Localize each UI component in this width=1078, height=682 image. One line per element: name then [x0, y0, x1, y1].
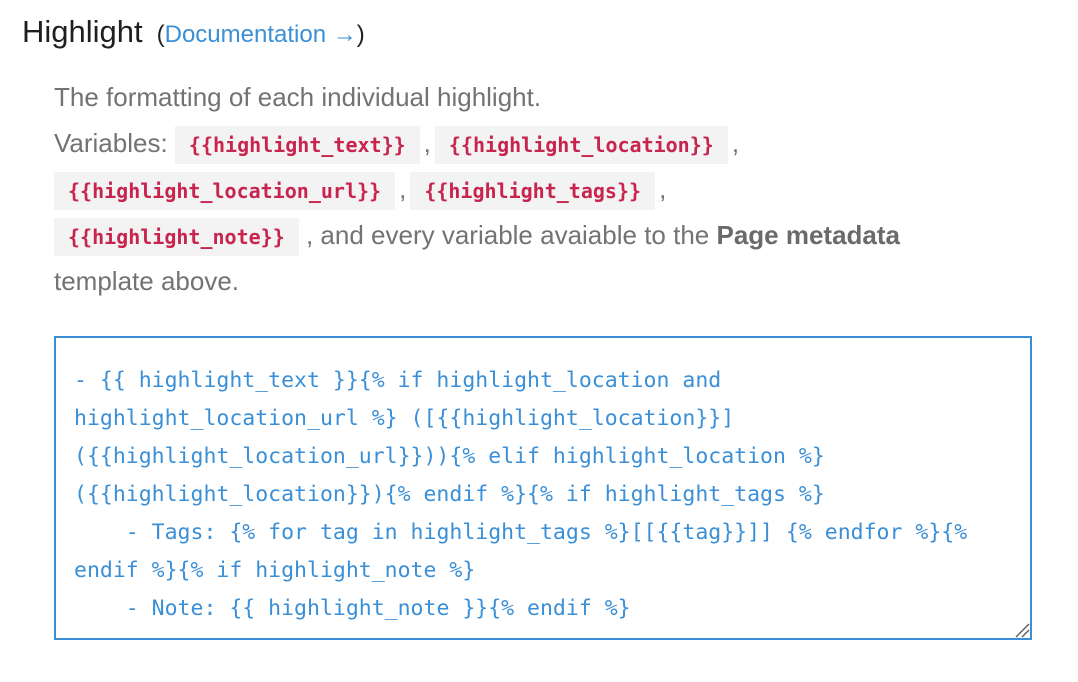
highlight-template-editor[interactable]: - {{ highlight_text }}{% if highlight_lo… [54, 336, 1032, 640]
close-paren: ) [356, 21, 365, 48]
description-tail-end: template above. [54, 266, 240, 296]
resize-handle-icon[interactable] [1014, 622, 1030, 638]
separator: , [659, 174, 667, 204]
description: The formatting of each individual highli… [54, 74, 1054, 304]
separator: , [731, 128, 740, 158]
separator: , [423, 128, 431, 158]
description-intro: The formatting of each individual highli… [54, 82, 542, 112]
documentation-link[interactable]: Documentation → [165, 21, 357, 48]
variable-highlight-text: {{highlight_text}} [174, 126, 420, 165]
variables-line-2: {{highlight_location_url}}, {{highlight_t… [54, 166, 1054, 212]
variable-highlight-location: {{highlight_location}} [434, 126, 728, 165]
description-tail-text: , and every variable avaiable to the [305, 220, 710, 250]
variable-highlight-note: {{highlight_note}} [54, 218, 299, 257]
variables-line-3: {{highlight_note}} , and every variable … [54, 212, 1054, 258]
page-metadata-emphasis: Page metadata [716, 220, 901, 250]
section-title: Highlight [22, 14, 143, 49]
section-header: Highlight (Documentation →) [22, 14, 365, 50]
variable-highlight-tags: {{highlight_tags}} [410, 172, 656, 211]
open-paren: ( [156, 21, 165, 48]
documentation-wrapper: (Documentation →) [157, 21, 365, 49]
variables-line-1: Variables: {{highlight_text}}, {{highligh… [54, 120, 1054, 166]
separator: , [399, 174, 407, 204]
variable-highlight-location-url: {{highlight_location_url}} [54, 172, 396, 211]
variables-label: Variables: [54, 128, 168, 158]
